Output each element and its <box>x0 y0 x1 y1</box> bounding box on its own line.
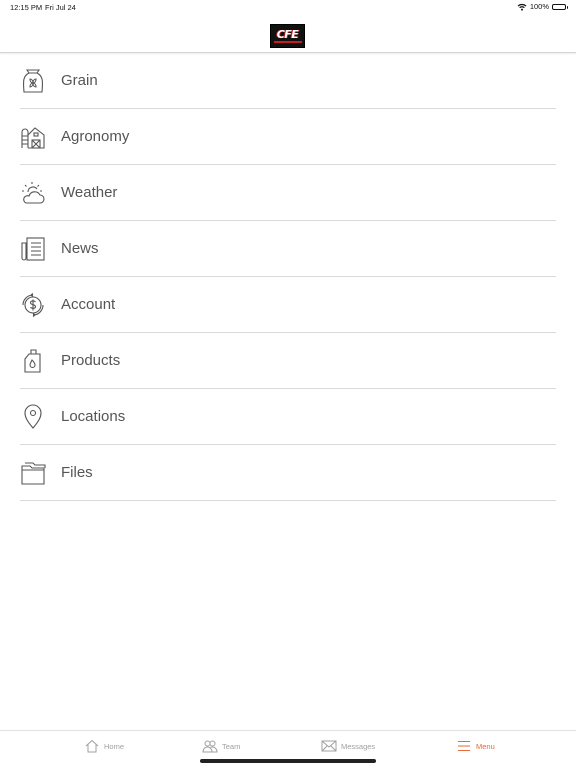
status-time: 12:15 PM <box>10 3 43 12</box>
tab-menu[interactable]: Menu <box>456 738 495 754</box>
sun-cloud-icon <box>20 179 46 207</box>
menu-item-label: News <box>61 240 99 257</box>
menu-item-label: Products <box>61 352 121 369</box>
menu-item-label: Locations <box>61 408 126 425</box>
logo-text: CFE <box>276 28 299 41</box>
menu-item-locations[interactable]: Locations <box>20 389 556 445</box>
status-bar: 12:15 PM Fri Jul 24 100% <box>0 0 576 14</box>
team-icon <box>202 740 218 753</box>
menu-item-label: Agronomy <box>61 128 130 145</box>
logo-accent-bar <box>273 41 302 43</box>
home-icon <box>85 739 99 753</box>
battery-icon <box>552 3 568 10</box>
menu-item-news[interactable]: News <box>20 221 556 277</box>
cfe-logo[interactable]: CFE <box>270 24 305 48</box>
tab-label: Menu <box>476 741 495 751</box>
bottom-tab-bar: Home Team Messages Menu <box>0 730 576 769</box>
main-menu-list: Grain Agronomy Weather News Account Prod… <box>20 53 556 501</box>
home-indicator[interactable] <box>200 759 376 763</box>
hamburger-icon <box>458 740 470 752</box>
status-date: Fri Jul 24 <box>45 3 76 12</box>
battery-percent: 100% <box>529 2 549 11</box>
menu-item-label: Account <box>61 296 116 313</box>
grain-bag-icon <box>20 67 46 95</box>
wifi-icon <box>517 3 527 11</box>
map-pin-icon <box>20 403 46 431</box>
menu-item-grain[interactable]: Grain <box>20 53 556 109</box>
menu-item-weather[interactable]: Weather <box>20 165 556 221</box>
menu-item-account[interactable]: Account <box>20 277 556 333</box>
jug-icon <box>20 347 46 375</box>
tab-label: Messages <box>341 741 376 751</box>
envelope-icon <box>321 740 337 752</box>
tab-messages[interactable]: Messages <box>321 738 375 754</box>
status-right: 100% <box>517 2 568 11</box>
folder-icon <box>20 459 46 487</box>
tab-team[interactable]: Team <box>202 738 240 754</box>
tab-label: Home <box>104 741 125 751</box>
menu-item-files[interactable]: Files <box>20 445 556 501</box>
menu-item-label: Grain <box>61 72 98 89</box>
tab-home[interactable]: Home <box>84 738 124 754</box>
dollar-circle-icon <box>20 291 46 319</box>
barn-icon <box>20 123 46 151</box>
menu-item-label: Files <box>61 464 93 481</box>
menu-item-products[interactable]: Products <box>20 333 556 389</box>
tab-label: Team <box>222 741 241 751</box>
menu-item-agronomy[interactable]: Agronomy <box>20 109 556 165</box>
newspaper-icon <box>20 235 46 263</box>
app-header: CFE <box>0 14 576 53</box>
menu-item-label: Weather <box>61 184 118 201</box>
